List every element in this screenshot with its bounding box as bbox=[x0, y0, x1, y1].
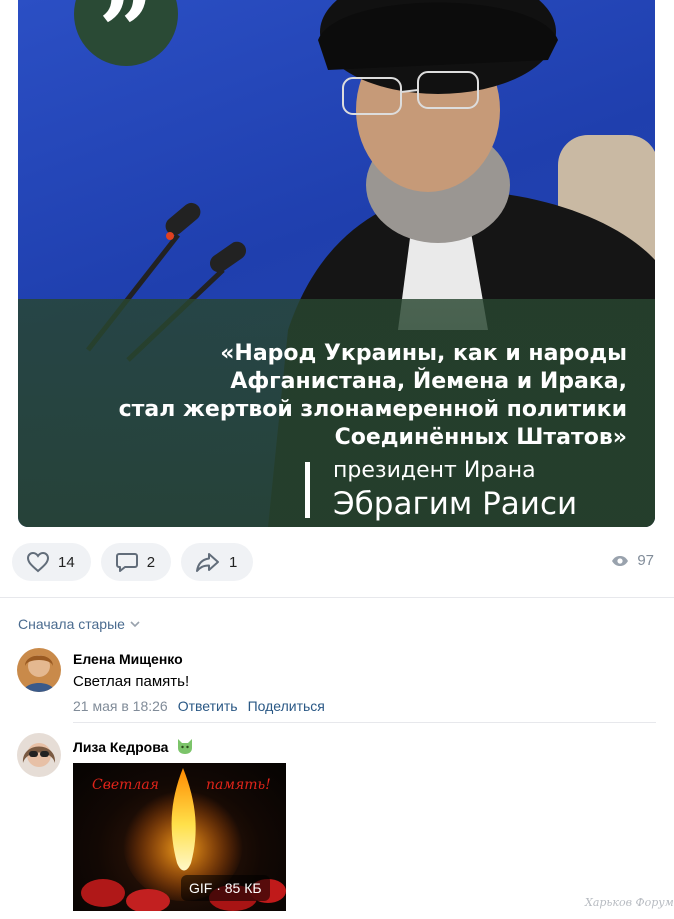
comment-author[interactable]: Елена Мищенко bbox=[73, 651, 183, 667]
comment-author[interactable]: Лиза Кедрова bbox=[73, 737, 195, 755]
like-count: 14 bbox=[58, 553, 75, 571]
comment-button[interactable]: 2 bbox=[100, 543, 172, 581]
comment-date[interactable]: 21 мая в 18:26 bbox=[73, 698, 168, 714]
quote-line: Афганистана, Йемена и Ирака, bbox=[230, 369, 627, 394]
comment-text: Светлая память! bbox=[73, 673, 190, 690]
eye-icon bbox=[612, 555, 629, 566]
comments-sort-label: Сначала старые bbox=[18, 616, 125, 632]
post-actions: 14 2 1 bbox=[12, 543, 254, 581]
chevron-down-icon bbox=[130, 621, 140, 628]
share-link[interactable]: Поделиться bbox=[248, 698, 325, 714]
gif-size-badge: GIF · 85 КБ bbox=[181, 875, 270, 901]
share-count: 1 bbox=[229, 553, 238, 571]
comment-divider bbox=[73, 722, 656, 723]
avatar[interactable] bbox=[17, 733, 61, 777]
author-name: Эбрагим Раиси bbox=[333, 486, 578, 522]
gif-caption-right: память! bbox=[206, 777, 271, 793]
quote-line: Соединённых Штатов» bbox=[334, 425, 627, 450]
avatar[interactable] bbox=[17, 648, 61, 692]
gif-caption-left: Светлая bbox=[92, 777, 159, 793]
post-image[interactable]: ” «Народ Украины, как и народы Афганиста… bbox=[18, 0, 655, 527]
comment-count: 2 bbox=[146, 553, 156, 571]
author-divider bbox=[305, 462, 310, 518]
share-button[interactable]: 1 bbox=[181, 543, 254, 581]
watermark: Харьков Форум bbox=[585, 896, 674, 909]
quote-line: стал жертвой злонамеренной политики bbox=[118, 397, 627, 422]
views-count: 97 bbox=[637, 552, 654, 569]
comments-sort-dropdown[interactable]: Сначала старые bbox=[18, 616, 141, 632]
quote-text: «Народ Украины, как и народы Афганистана… bbox=[107, 340, 627, 452]
reply-link[interactable]: Ответить bbox=[178, 698, 238, 714]
author-role: президент Ирана bbox=[333, 458, 536, 483]
section-divider bbox=[0, 597, 674, 598]
comment-meta: 21 мая в 18:26 Ответить Поделиться bbox=[73, 698, 325, 714]
heart-icon bbox=[26, 551, 50, 573]
gif-attachment[interactable]: Светлая память! GIF · 85 КБ bbox=[73, 763, 286, 911]
like-button[interactable]: 14 bbox=[12, 543, 91, 581]
comment-icon bbox=[115, 553, 138, 572]
share-icon bbox=[196, 553, 220, 572]
cat-emoji-icon bbox=[178, 739, 193, 754]
views-counter: 97 bbox=[611, 552, 654, 569]
quote-line: «Народ Украины, как и народы bbox=[220, 341, 627, 366]
comment-author-name: Лиза Кедрова bbox=[73, 739, 169, 755]
